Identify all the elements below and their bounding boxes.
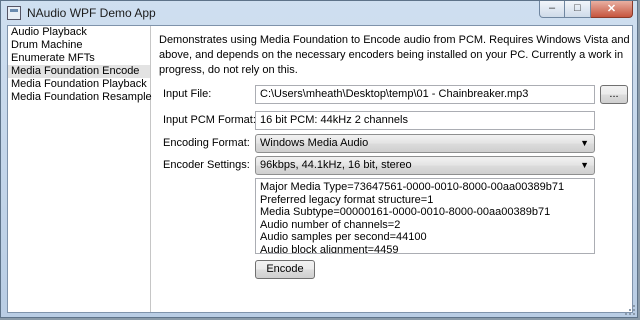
sidebar-item-media-foundation-playback[interactable]: Media Foundation Playback <box>8 78 150 91</box>
minimize-icon: ‒ <box>548 2 556 14</box>
encoder-settings-label: Encoder Settings: <box>163 159 250 171</box>
encoder-settings-value: 96kbps, 44.1kHz, 16 bit, stereo <box>260 159 412 171</box>
encoding-format-value: Windows Media Audio <box>260 137 369 149</box>
sidebar-item-drum-machine[interactable]: Drum Machine <box>8 39 150 52</box>
sidebar-item-media-foundation-encode[interactable]: Media Foundation Encode <box>8 65 150 78</box>
input-format-label: Input PCM Format: <box>163 114 256 126</box>
media-type-details[interactable]: Major Media Type=73647561-0000-0010-8000… <box>255 178 595 254</box>
encode-button[interactable]: Encode <box>255 260 315 279</box>
demo-list[interactable]: Audio Playback Drum Machine Enumerate MF… <box>8 26 152 312</box>
encode-panel: Demonstrates using Media Foundation to E… <box>151 26 632 312</box>
input-file-label: Input File: <box>163 88 212 100</box>
close-icon: ✕ <box>606 3 617 15</box>
sidebar-item-audio-playback[interactable]: Audio Playback <box>8 26 150 39</box>
input-format-field[interactable]: 16 bit PCM: 44kHz 2 channels <box>255 111 595 130</box>
sidebar-item-media-foundation-resample[interactable]: Media Foundation Resample <box>8 91 152 104</box>
details-line: Major Media Type=73647561-0000-0010-8000… <box>260 181 565 193</box>
encoding-format-label: Encoding Format: <box>163 137 250 149</box>
details-line: Audio block alignment=4459 <box>260 243 399 254</box>
app-window: NAudio WPF Demo App ‒ □ ✕ Audio Playback… <box>0 0 638 318</box>
chevron-down-icon: ▼ <box>580 138 589 148</box>
maximize-icon: □ <box>574 2 581 14</box>
description-text: Demonstrates using Media Foundation to E… <box>159 34 630 76</box>
details-line: Media Subtype=00000161-0000-0010-8000-00… <box>260 206 551 218</box>
app-icon <box>7 6 21 20</box>
sidebar-item-enumerate-mfts[interactable]: Enumerate MFTs <box>8 52 150 65</box>
window-title: NAudio WPF Demo App <box>27 6 156 20</box>
browse-button[interactable]: ... <box>600 85 628 104</box>
input-file-field[interactable]: C:\Users\mheath\Desktop\temp\01 - Chainb… <box>255 85 595 104</box>
close-button[interactable]: ✕ <box>591 1 633 18</box>
caption-buttons: ‒ □ ✕ <box>539 1 633 19</box>
resize-grip-icon[interactable] <box>625 305 635 315</box>
details-line: Audio number of channels=2 <box>260 218 401 231</box>
minimize-button[interactable]: ‒ <box>539 1 565 18</box>
details-line: Audio samples per second=44100 <box>260 231 427 243</box>
details-line: Preferred legacy format structure=1 <box>260 193 434 206</box>
maximize-button[interactable]: □ <box>565 1 591 18</box>
title-bar[interactable]: NAudio WPF Demo App ‒ □ ✕ <box>1 1 637 25</box>
client-area: Audio Playback Drum Machine Enumerate MF… <box>7 25 633 313</box>
encoder-settings-select[interactable]: 96kbps, 44.1kHz, 16 bit, stereo ▼ <box>255 156 595 175</box>
encoding-format-select[interactable]: Windows Media Audio ▼ <box>255 134 595 153</box>
chevron-down-icon: ▼ <box>580 160 589 170</box>
